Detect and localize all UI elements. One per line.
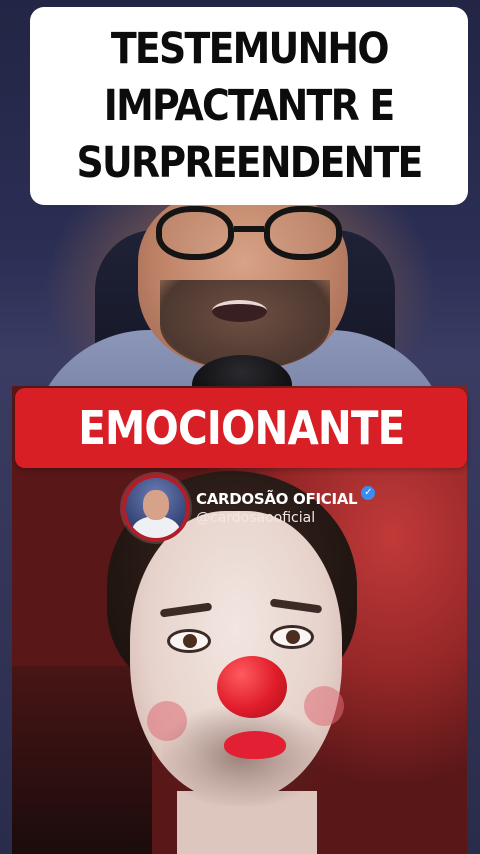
glasses-bridge	[234, 226, 264, 232]
title-line-1: TESTEMUNHO	[110, 23, 390, 74]
verified-badge-icon: ✓	[361, 486, 376, 500]
clown-eye-left	[167, 629, 211, 653]
clip-background-shadow	[12, 666, 152, 854]
profile-text: CARDOSÃO OFICIAL ✓ @cardosaooficial	[196, 486, 376, 526]
profile-name[interactable]: CARDOSÃO OFICIAL	[196, 490, 358, 508]
avatar-image	[126, 478, 186, 538]
glasses-lens-left	[156, 206, 234, 260]
profile-name-row: CARDOSÃO OFICIAL ✓	[196, 486, 376, 508]
title-card: TESTEMUNHO IMPACTANTR E SURPREENDENTE	[30, 7, 468, 205]
glasses-lens-right	[264, 206, 342, 260]
video-frame: TESTEMUNHO IMPACTANTR E SURPREENDENTE EM…	[0, 0, 480, 854]
clown-nose-icon	[217, 656, 287, 718]
presenter-video	[0, 190, 480, 400]
banner-label: EMOCIONANTE	[77, 401, 405, 455]
profile-overlay[interactable]: CARDOSÃO OFICIAL ✓ @cardosaooficial	[122, 473, 376, 543]
title-line-2: IMPACTANTR E	[104, 80, 396, 131]
avatar[interactable]	[122, 474, 190, 542]
presenter-mouth	[212, 300, 267, 322]
clown-eye-right	[270, 625, 314, 649]
clown-mouth	[224, 731, 286, 759]
title-line-3: SURPREENDENTE	[76, 137, 423, 188]
glasses-icon	[150, 206, 350, 266]
emotional-banner: EMOCIONANTE	[15, 388, 467, 468]
avatar-face	[143, 490, 169, 520]
profile-handle[interactable]: @cardosaooficial	[196, 510, 375, 526]
